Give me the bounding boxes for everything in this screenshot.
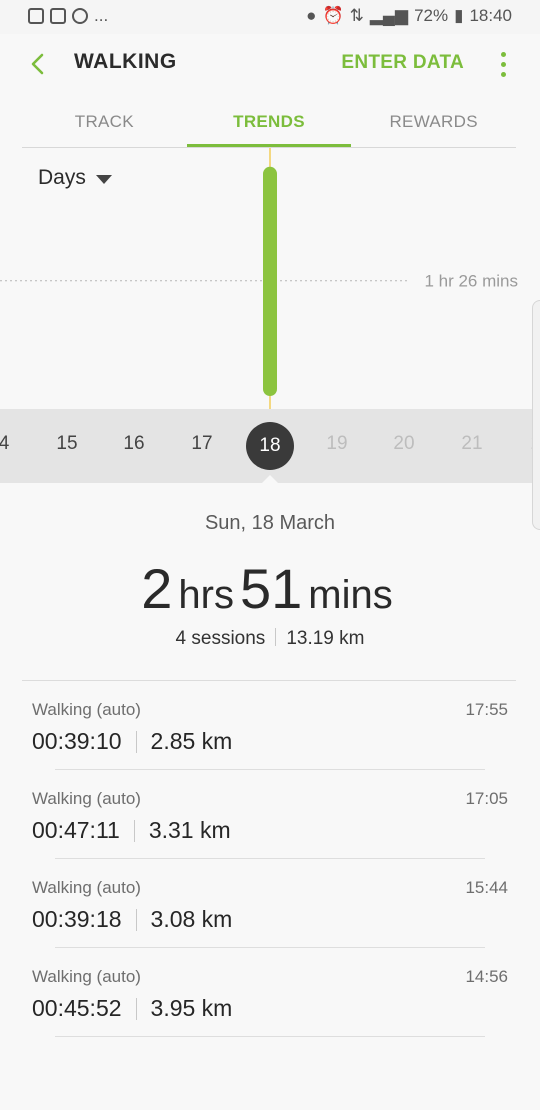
divider: [135, 997, 137, 1020]
mins-unit: mins: [308, 573, 393, 617]
mail-icon: [50, 8, 66, 24]
signal-icon: ▂▄▆: [369, 6, 409, 25]
whatsapp-icon: [72, 8, 88, 24]
total-distance: 13.19 km: [286, 628, 365, 649]
clock: 18:40: [469, 6, 512, 25]
gallery-icon: [28, 8, 44, 24]
session-name: Walking (auto): [32, 789, 141, 808]
date-strip[interactable]: 4 15 16 17 18 19 20 21 2: [0, 409, 540, 483]
alarm-icon: ⏰: [322, 6, 344, 25]
session-item[interactable]: Walking (auto) 17:05 00:47:11 3.31 km: [0, 770, 540, 859]
day-15[interactable]: 15: [47, 433, 87, 455]
session-stats: 00:39:10 2.85 km: [32, 728, 232, 755]
period-dropdown[interactable]: Days: [38, 166, 112, 190]
page-title: WALKING: [74, 50, 177, 73]
session-stats: 00:47:11 3.31 km: [32, 817, 231, 844]
day-16[interactable]: 16: [114, 433, 154, 455]
hours-unit: hrs: [178, 573, 234, 617]
day-20[interactable]: 20: [384, 433, 424, 455]
divider: [133, 819, 135, 842]
session-time: 17:05: [465, 789, 508, 808]
more-notifications: ...: [94, 6, 109, 25]
more-options-icon[interactable]: [498, 52, 508, 78]
tab-trends[interactable]: TRENDS: [186, 100, 352, 147]
session-stats: 00:45:52 3.95 km: [32, 995, 232, 1022]
session-duration: 00:47:11: [32, 817, 120, 843]
app-header: WALKING ENTER DATA: [0, 34, 540, 94]
session-duration: 00:39:10: [32, 728, 122, 754]
reference-label: 1 hr 26 mins: [424, 272, 518, 291]
day-17[interactable]: 17: [182, 433, 222, 455]
selected-date: Sun, 18 March: [204, 512, 336, 534]
summary-meta: 4 sessions 13.19 km: [0, 628, 540, 650]
divider: [135, 908, 137, 931]
divider: [135, 730, 137, 753]
day-19[interactable]: 19: [317, 433, 357, 455]
tab-rewards[interactable]: REWARDS: [351, 100, 516, 147]
session-distance: 3.31 km: [148, 817, 231, 843]
location-icon: ●: [306, 6, 317, 25]
session-duration: 00:45:52: [32, 995, 122, 1021]
hours-value: 2: [141, 557, 173, 620]
dropdown-caret-icon: [95, 174, 112, 184]
side-scroll-handle[interactable]: [532, 300, 540, 530]
mins-value: 51: [239, 557, 303, 620]
tab-bar: TRACK TRENDS REWARDS: [22, 100, 516, 148]
session-item[interactable]: Walking (auto) 17:55 00:39:10 2.85 km: [0, 681, 540, 770]
selection-pointer: [261, 475, 279, 484]
battery-level: 72%: [414, 6, 449, 25]
session-name: Walking (auto): [32, 700, 141, 719]
session-distance: 3.95 km: [150, 995, 233, 1021]
data-icon: ⇅: [349, 6, 364, 25]
session-item[interactable]: Walking (auto) 14:56 00:45:52 3.95 km: [0, 948, 540, 1037]
enter-data-button[interactable]: ENTER DATA: [341, 52, 464, 74]
session-item[interactable]: Walking (auto) 15:44 00:39:18 3.08 km: [0, 859, 540, 948]
session-distance: 2.85 km: [150, 728, 233, 754]
bar-day-18[interactable]: [263, 166, 277, 396]
battery-icon: ▮: [454, 6, 464, 25]
back-arrow-icon[interactable]: [26, 50, 52, 78]
session-distance: 3.08 km: [150, 906, 233, 932]
session-time: 14:56: [465, 967, 508, 986]
day-18-selected[interactable]: 18: [246, 422, 294, 470]
session-name: Walking (auto): [32, 967, 141, 986]
session-name: Walking (auto): [32, 878, 141, 897]
status-bar: ... ● ⏰ ⇅ ▂▄▆ 72% ▮ 18:40: [0, 0, 540, 34]
row-divider: [55, 1036, 485, 1037]
session-stats: 00:39:18 3.08 km: [32, 906, 232, 933]
day-partial-left[interactable]: 4: [0, 433, 24, 455]
day-21[interactable]: 21: [452, 433, 492, 455]
tab-track[interactable]: TRACK: [22, 100, 187, 147]
session-time: 15:44: [465, 878, 508, 897]
total-duration: 2 hrs 51 mins: [0, 556, 540, 621]
session-count: 4 sessions: [175, 628, 266, 649]
period-label: Days: [38, 166, 86, 189]
divider: [275, 628, 277, 646]
session-time: 17:55: [465, 700, 508, 719]
session-duration: 00:39:18: [32, 906, 122, 932]
